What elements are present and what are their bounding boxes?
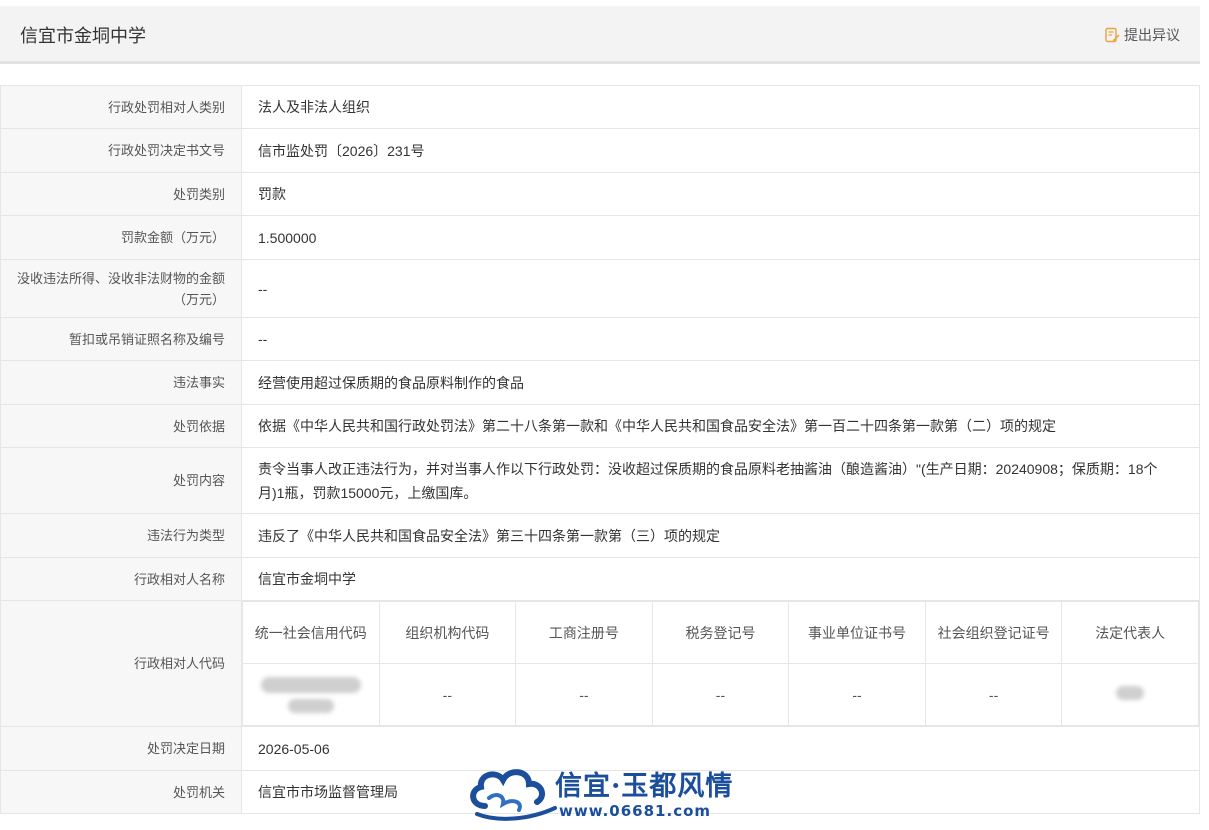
label-party-name: 行政相对人名称 [0, 557, 242, 601]
party-code-col-header: 税务登记号 [651, 601, 790, 664]
party-code-value-row: -- -- -- -- -- [242, 663, 1199, 726]
value-illegal-facts: 经营使用超过保质期的食品原料制作的食品 [241, 360, 1200, 405]
row-penalty-type: 处罚类别 罚款 [0, 172, 1200, 216]
redacted-credit-code [287, 698, 334, 713]
party-code-col-header: 事业单位证书号 [788, 601, 926, 664]
credit-code-value [242, 663, 380, 726]
row-party-code: 行政相对人代码 统一社会信用代码 组织机构代码 工商注册号 税务登记号 事业单位… [0, 600, 1200, 727]
party-code-col-header: 社会组织登记证号 [924, 601, 1063, 664]
label-decision-date: 处罚决定日期 [0, 726, 242, 771]
row-decision-no: 行政处罚决定书文号 信市监处罚〔2026〕231号 [0, 128, 1200, 173]
value-party-name: 信宜市金垌中学 [241, 557, 1200, 601]
raise-objection-button[interactable]: 提出异议 [1104, 25, 1180, 45]
value-penalty-content: 责令当事人改正违法行为，并对当事人作以下行政处罚：没收超过保质期的食品原料老抽酱… [241, 447, 1200, 514]
label-penalty-basis: 处罚依据 [0, 404, 242, 448]
label-violation-type: 违法行为类型 [0, 513, 242, 558]
label-decision-no: 行政处罚决定书文号 [0, 128, 242, 173]
row-fine-amount: 罚款金额（万元） 1.500000 [0, 215, 1200, 260]
business-reg-value: -- [515, 663, 653, 726]
value-decision-no: 信市监处罚〔2026〕231号 [241, 128, 1200, 173]
row-penalty-content: 处罚内容 责令当事人改正违法行为，并对当事人作以下行政处罚：没收超过保质期的食品… [0, 447, 1200, 514]
raise-objection-label: 提出异议 [1124, 27, 1180, 43]
party-code-cell: 统一社会信用代码 组织机构代码 工商注册号 税务登记号 事业单位证书号 社会组织… [241, 600, 1200, 727]
edit-note-icon [1105, 27, 1120, 43]
social-org-cert-value: -- [924, 663, 1063, 726]
party-code-col-header: 法定代表人 [1061, 601, 1199, 664]
row-license-suspension: 暂扣或吊销证照名称及编号 -- [0, 317, 1200, 361]
party-code-col-header: 统一社会信用代码 [242, 601, 380, 664]
row-violation-type: 违法行为类型 违反了《中华人民共和国食品安全法》第三十四条第一款第（三）项的规定 [0, 513, 1200, 558]
value-license-suspension: -- [241, 317, 1200, 361]
label-confiscation: 没收违法所得、没收非法财物的金额（万元） [0, 259, 242, 318]
value-confiscation: -- [241, 259, 1200, 318]
label-party-category: 行政处罚相对人类别 [0, 85, 242, 129]
label-illegal-facts: 违法事实 [0, 360, 242, 405]
site-watermark: 信宜·玉都风情 www.06681.com [467, 762, 757, 824]
value-penalty-basis: 依据《中华人民共和国行政处罚法》第二十八条第一款和《中华人民共和国食品安全法》第… [241, 404, 1200, 448]
label-party-code: 行政相对人代码 [0, 600, 242, 727]
row-party-name: 行政相对人名称 信宜市金垌中学 [0, 557, 1200, 601]
cloud-logo-icon [470, 769, 557, 821]
watermark-url: www.06681.com [559, 802, 712, 820]
institution-cert-value: -- [788, 663, 926, 726]
legal-rep-value [1061, 663, 1199, 726]
penalty-detail-table: 行政处罚相对人类别 法人及非法人组织 行政处罚决定书文号 信市监处罚〔2026〕… [0, 85, 1200, 814]
value-fine-amount: 1.500000 [241, 215, 1200, 260]
watermark-text: 信宜·玉都风情 [555, 771, 734, 802]
label-license-suspension: 暂扣或吊销证照名称及编号 [0, 317, 242, 361]
row-illegal-facts: 违法事实 经营使用超过保质期的食品原料制作的食品 [0, 360, 1200, 405]
party-code-header-row: 统一社会信用代码 组织机构代码 工商注册号 税务登记号 事业单位证书号 社会组织… [242, 601, 1199, 664]
redacted-legal-rep [1116, 685, 1145, 700]
value-violation-type: 违反了《中华人民共和国食品安全法》第三十四条第一款第（三）项的规定 [241, 513, 1200, 558]
tax-reg-value: -- [651, 663, 790, 726]
party-code-col-header: 工商注册号 [515, 601, 653, 664]
party-code-table: 统一社会信用代码 组织机构代码 工商注册号 税务登记号 事业单位证书号 社会组织… [242, 601, 1199, 726]
value-penalty-type: 罚款 [241, 172, 1200, 216]
party-code-col-header: 组织机构代码 [378, 601, 517, 664]
value-party-category: 法人及非法人组织 [241, 85, 1200, 129]
org-code-value: -- [378, 663, 517, 726]
redacted-credit-code [260, 676, 361, 693]
label-penalty-content: 处罚内容 [0, 447, 242, 514]
label-penalty-type: 处罚类别 [0, 172, 242, 216]
page-header: 信宜市金垌中学 提出异议 [0, 6, 1200, 64]
page-title: 信宜市金垌中学 [20, 26, 146, 46]
label-fine-amount: 罚款金额（万元） [0, 215, 242, 260]
row-penalty-basis: 处罚依据 依据《中华人民共和国行政处罚法》第二十八条第一款和《中华人民共和国食品… [0, 404, 1200, 448]
label-authority: 处罚机关 [0, 770, 242, 814]
row-party-category: 行政处罚相对人类别 法人及非法人组织 [0, 85, 1200, 129]
row-confiscation: 没收违法所得、没收非法财物的金额（万元） -- [0, 259, 1200, 318]
